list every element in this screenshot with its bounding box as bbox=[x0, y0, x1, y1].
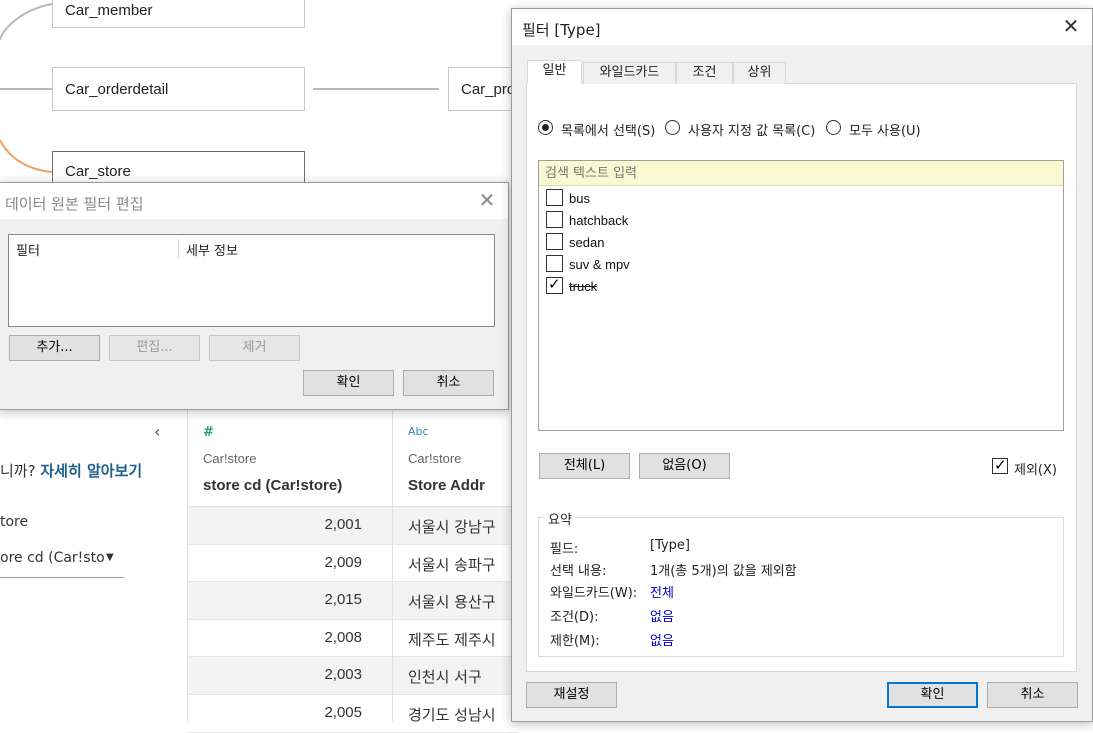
cancel-button[interactable]: 취소 bbox=[403, 370, 494, 396]
search-input[interactable] bbox=[539, 161, 1063, 185]
column-source: Car!store bbox=[203, 451, 257, 466]
table-car-orderdetail[interactable]: Car_orderdetail bbox=[52, 67, 305, 111]
table-name: Car_pro bbox=[461, 80, 516, 98]
tab-top[interactable]: 상위 bbox=[733, 62, 786, 84]
relation-curves bbox=[0, 3, 53, 173]
learn-more-link[interactable]: 자세히 알아보기 bbox=[40, 462, 142, 480]
summary-link-wildcard[interactable]: 전체 bbox=[650, 582, 674, 601]
dialog-titlebar: 데이터 원본 필터 편집 ✕ bbox=[0, 183, 508, 219]
radio-select-from-list[interactable] bbox=[538, 120, 553, 135]
cancel-button[interactable]: 취소 bbox=[987, 682, 1078, 708]
join-line bbox=[313, 88, 439, 90]
summary-value: 1개(총 5개)의 값을 제외함 bbox=[650, 564, 797, 579]
radio-label: 모두 사용(U) bbox=[849, 124, 921, 139]
column-name: store cd (Car!store) bbox=[203, 477, 343, 494]
hint-text: 니까? bbox=[0, 462, 36, 480]
field-dropdown-value: ore cd (Car!sto bbox=[0, 550, 105, 566]
list-item-label: hatchback bbox=[569, 213, 629, 228]
summary-link-limit[interactable]: 없음 bbox=[650, 630, 674, 649]
summary-key: 필드: bbox=[550, 542, 579, 557]
tab-general[interactable]: 일반 bbox=[527, 60, 582, 84]
tab-wildcard[interactable]: 와일드카드 bbox=[583, 62, 676, 84]
close-icon[interactable]: ✕ bbox=[1059, 15, 1083, 39]
column-separator bbox=[178, 239, 179, 259]
radio-label: 사용자 지정 값 목록(C) bbox=[688, 124, 816, 139]
table-name: Car_store bbox=[65, 162, 131, 180]
column-header-filter: 필터 bbox=[16, 244, 40, 259]
summary-link-condition[interactable]: 없음 bbox=[650, 606, 674, 625]
chevron-down-icon: ▼ bbox=[106, 552, 114, 563]
list-item-label: truck bbox=[569, 279, 598, 294]
table-row: 2,008 제주도 제주시 bbox=[188, 620, 518, 658]
dialog-title: 데이터 원본 필터 편집 bbox=[5, 195, 144, 213]
list-item-label: suv & mpv bbox=[569, 257, 630, 272]
table-row: 2,015 서울시 용산구 bbox=[188, 582, 518, 620]
column-header-store-cd[interactable]: # Car!store store cd (Car!store) bbox=[188, 410, 393, 507]
summary-key: 와일드카드(W): bbox=[550, 586, 638, 601]
summary-value: [Type] bbox=[650, 538, 691, 553]
table-row: 2,001 서울시 강남구 bbox=[188, 507, 518, 545]
dialog-title: 필터 [Type] bbox=[522, 21, 601, 39]
column-header-detail: 세부 정보 bbox=[186, 244, 238, 259]
table-name: Car_orderdetail bbox=[65, 80, 169, 98]
summary-key: 제한(M): bbox=[550, 634, 600, 649]
add-filter-button[interactable]: 추가... bbox=[9, 335, 100, 361]
radio-use-all[interactable] bbox=[826, 120, 841, 135]
list-item-label: bus bbox=[569, 191, 590, 206]
checkbox-suv-mpv[interactable] bbox=[546, 255, 563, 272]
table-row: 2,003 인천시 서구 bbox=[188, 657, 518, 695]
table-row: 2,009 서울시 송파구 bbox=[188, 545, 518, 583]
edit-filter-button[interactable]: 편집... bbox=[109, 335, 200, 361]
table-car-member[interactable]: Car_member bbox=[52, 0, 305, 28]
field-dropdown[interactable]: ore cd (Car!sto ▼ bbox=[0, 550, 124, 578]
field-label: tore bbox=[0, 514, 29, 530]
close-icon[interactable]: ✕ bbox=[475, 189, 499, 213]
remove-filter-button[interactable]: 제거 bbox=[209, 335, 300, 361]
summary-key: 선택 내용: bbox=[550, 564, 607, 579]
list-item-label: sedan bbox=[569, 235, 605, 250]
column-header-store-addr[interactable]: Abc Car!store Store Addr bbox=[393, 410, 518, 507]
tab-condition[interactable]: 조건 bbox=[676, 62, 733, 84]
data-grid: # Car!store store cd (Car!store) Abc Car… bbox=[188, 410, 518, 733]
select-all-button[interactable]: 전체(L) bbox=[539, 453, 630, 479]
join-line bbox=[0, 88, 52, 90]
radio-label: 목록에서 선택(S) bbox=[561, 124, 656, 139]
ok-button[interactable]: 확인 bbox=[303, 370, 394, 396]
exclude-checkbox[interactable] bbox=[992, 456, 1008, 474]
column-source: Car!store bbox=[408, 451, 462, 466]
checkbox-hatchback[interactable] bbox=[546, 211, 563, 228]
number-type-icon: # bbox=[203, 425, 214, 440]
table-name: Car_member bbox=[65, 1, 153, 19]
chevron-left-icon[interactable]: ‹ bbox=[154, 422, 160, 441]
search-bar bbox=[539, 161, 1063, 186]
checkbox-truck[interactable] bbox=[546, 275, 563, 294]
exclude-label: 제외(X) bbox=[1014, 463, 1057, 478]
ok-button[interactable]: 확인 bbox=[887, 682, 978, 708]
dialog-titlebar: 필터 [Type] ✕ bbox=[512, 9, 1092, 45]
checkbox-sedan[interactable] bbox=[546, 233, 563, 250]
filter-list-table[interactable]: 필터 세부 정보 bbox=[8, 234, 495, 327]
reset-button[interactable]: 재설정 bbox=[526, 682, 617, 708]
select-none-button[interactable]: 없음(O) bbox=[639, 453, 730, 479]
summary-key: 조건(D): bbox=[550, 610, 599, 625]
string-type-icon: Abc bbox=[408, 425, 429, 438]
summary-title: 요약 bbox=[545, 509, 575, 528]
column-divider bbox=[392, 507, 393, 722]
left-panel: ‹ 니까? 자세히 알아보기 tore ore cd (Car!sto ▼ bbox=[0, 410, 188, 722]
checkbox-bus[interactable] bbox=[546, 189, 563, 206]
column-name: Store Addr bbox=[408, 477, 485, 494]
radio-custom-value-list[interactable] bbox=[665, 120, 680, 135]
table-row: 2,005 경기도 성남시 bbox=[188, 695, 518, 733]
value-list bbox=[538, 160, 1064, 431]
